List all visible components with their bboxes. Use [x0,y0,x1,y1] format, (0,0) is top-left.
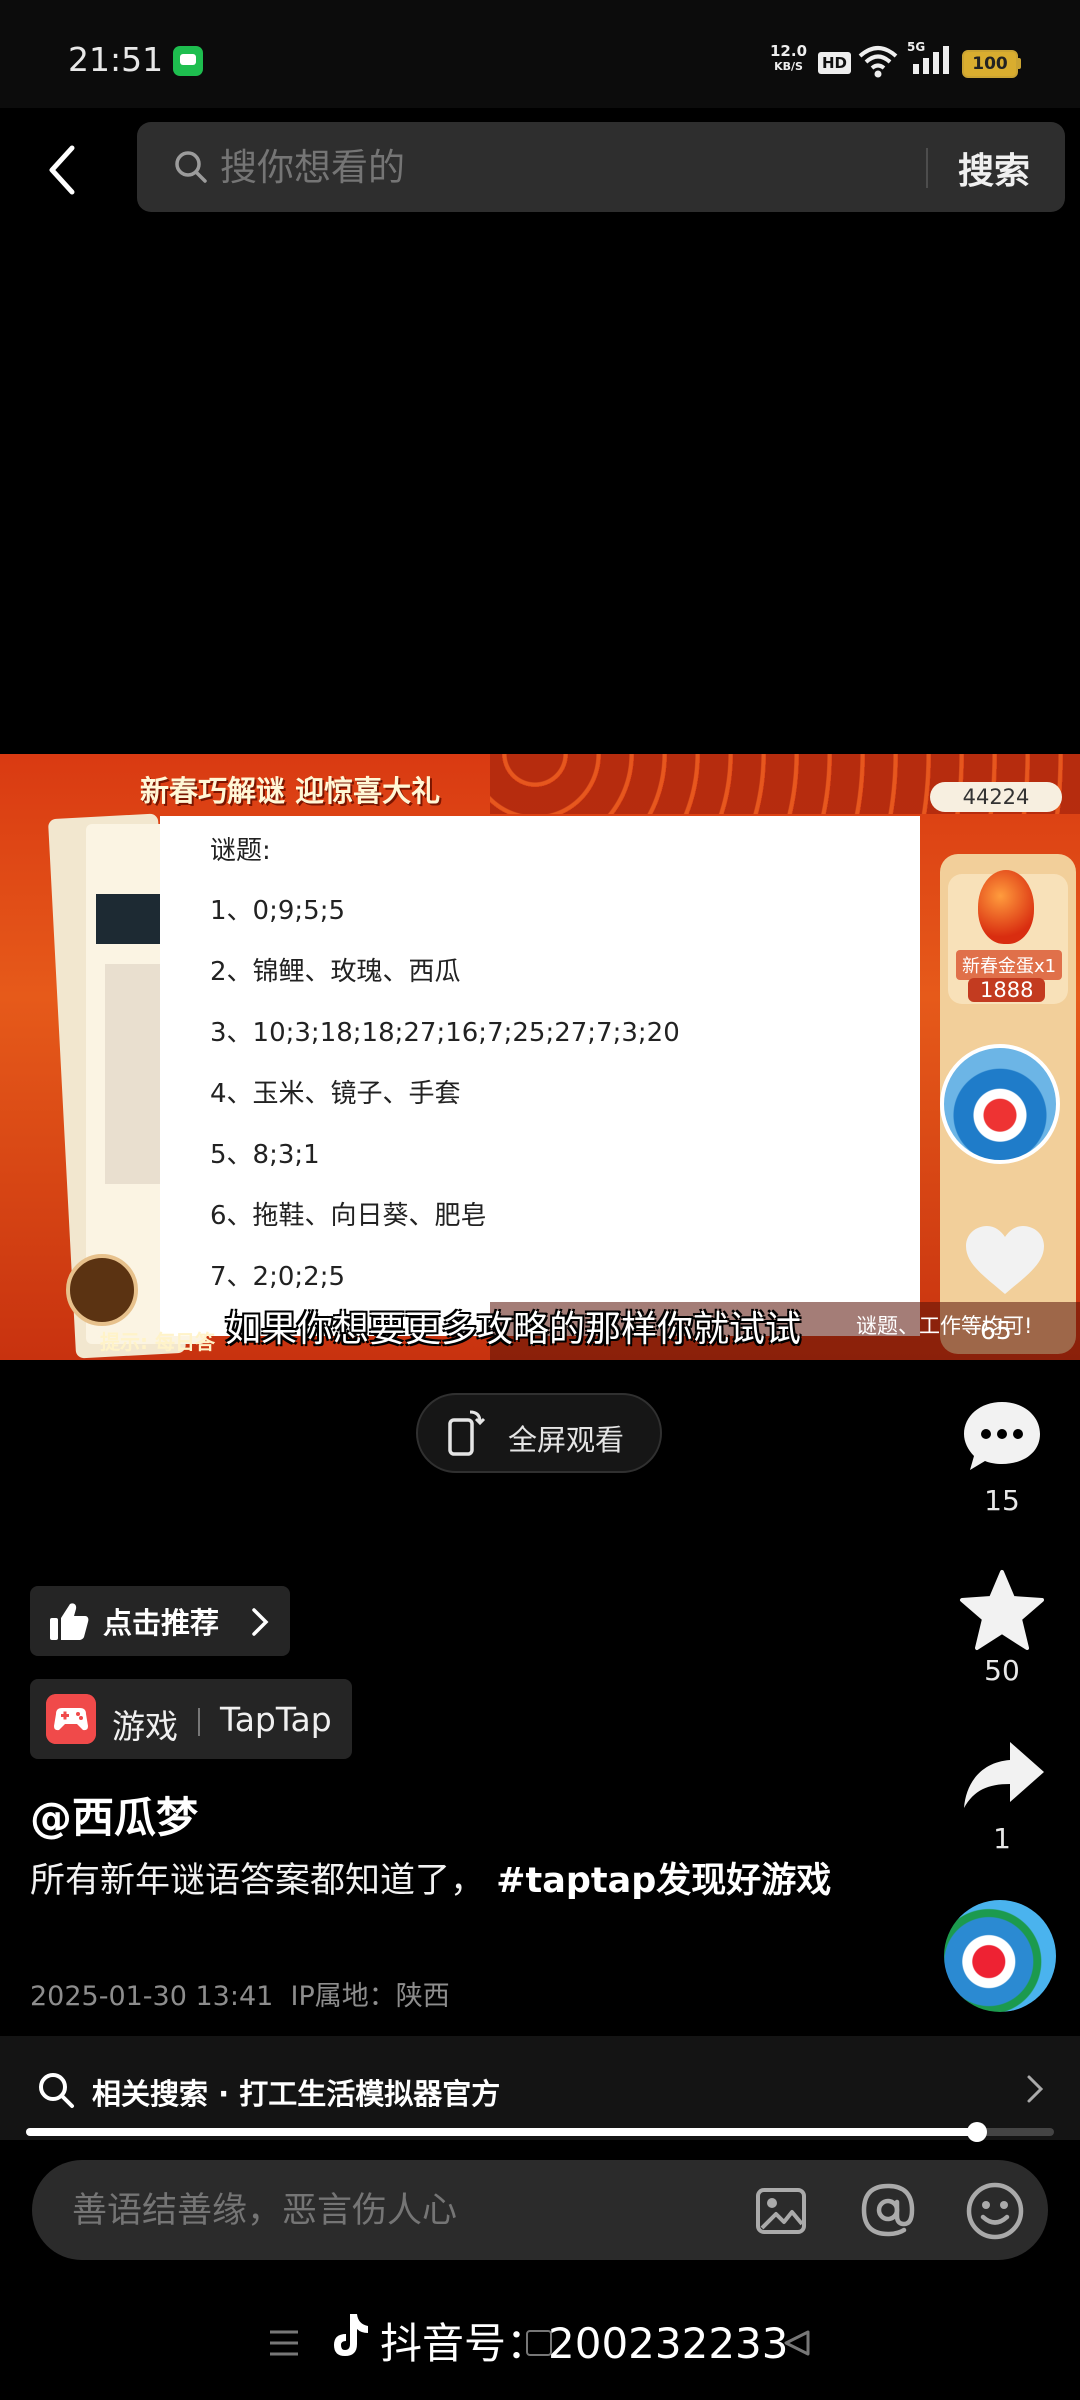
thumbs-up-icon [50,1603,89,1640]
like-count: 65 [980,1316,1012,1345]
message-app-icon [173,46,203,76]
video-counter: 44224 [930,782,1062,812]
status-time: 21:51 [68,40,164,79]
fullscreen-label: 全屏观看 [508,1423,625,1457]
search-input[interactable] [220,142,900,192]
nav-back-icon[interactable] [782,2328,812,2358]
riddle-heading: 谜题: [210,836,271,866]
search-icon [39,2073,74,2108]
at-mention-icon[interactable] [858,2180,918,2240]
wifi-icon [858,46,898,78]
chevron-right-icon [1027,2075,1044,2103]
favorite-count: 50 [984,1654,1020,1687]
back-button[interactable] [40,140,84,200]
riddle-panel: 谜题: 1、0;9;5;5 2、锦鲤、玫瑰、西瓜 3、10;3;18;18;27… [160,816,920,1336]
riddle-item: 5、8;3;1 [210,1140,320,1170]
riddle-item: 6、拖鞋、向日葵、肥皂 [210,1201,487,1231]
heart-icon[interactable] [964,1224,1046,1296]
riddle-item: 7、2;0;2;5 [210,1262,345,1292]
share-count: 1 [993,1822,1011,1855]
search-divider [926,148,928,188]
post-date: 2025-01-30 13:41 [30,1981,274,2012]
video-hint-text: 提示: 每日答 [100,1330,215,1354]
creator-avatar[interactable] [940,1044,1060,1164]
signal-icon [913,46,949,74]
comment-count: 15 [984,1484,1020,1517]
douyin-logo-icon [334,2314,368,2356]
chevron-right-icon [252,1608,269,1636]
nav-home-button[interactable] [526,2330,552,2356]
comment-icon[interactable] [960,1398,1044,1474]
progress-fill [26,2128,977,2136]
gamepad-icon [46,1694,96,1744]
post-text: 所有新年谜语答案都知道了， [30,1861,486,1901]
hd-badge: HD [818,52,852,74]
golden-egg-icon [978,870,1034,944]
video-back-icon [66,1254,138,1326]
game-category: 游戏 [112,1707,178,1746]
video-player[interactable]: 新春巧解谜 迎惊喜大礼 44224 谜题: 1、0;9;5;5 2、锦鲤、玫瑰、… [0,754,1080,1360]
riddle-item: 4、玉米、镜子、手套 [210,1079,461,1109]
post-ip: IP属地：陕西 [290,1981,450,2012]
recommend-label: 点击推荐 [103,1606,220,1640]
game-name: TapTap [220,1700,332,1739]
net-speed-value: 12.0 [770,42,808,60]
post-meta: 2025-01-30 13:41 IP属地：陕西 [30,1974,450,2013]
nav-menu-icon[interactable] [268,2328,300,2358]
rotate-screen-icon [448,1410,486,1456]
net-speed: 12.0 KB/S [770,44,807,74]
post-hashtag[interactable]: #taptap发现好游戏 [496,1861,831,1901]
related-search-label: 相关搜索 · 打工生活模拟器官方 [92,2077,501,2111]
share-icon[interactable] [960,1738,1046,1814]
video-panel [96,894,160,944]
progress-handle[interactable] [967,2122,987,2142]
battery-indicator: 100 [962,50,1018,78]
egg-label: 新春金蛋x1 [956,950,1063,980]
riddle-item: 1、0;9;5;5 [210,896,345,926]
net-speed-unit: KB/S [774,60,803,73]
star-icon[interactable] [958,1568,1046,1652]
author-avatar[interactable] [944,1900,1056,2012]
comment-input[interactable] [72,2186,712,2236]
search-icon [175,151,207,183]
search-button[interactable]: 搜索 [958,142,1030,194]
battery-tip [1017,58,1021,69]
post-description: 所有新年谜语答案都知道了， #taptap发现好游戏 [30,1852,850,1910]
game-separator [198,1708,200,1736]
egg-price: 1888 [968,978,1046,1002]
video-subtitle: 如果你想要更多攻略的那样你就试试 [225,1309,802,1350]
riddle-item: 2、锦鲤、玫瑰、西瓜 [210,957,461,987]
douyin-id-watermark: 抖音号：200232233 [380,2319,789,2368]
video-banner-title: 新春巧解谜 迎惊喜大礼 [140,774,441,808]
emoji-icon[interactable] [964,2180,1026,2242]
image-icon[interactable] [754,2184,808,2238]
riddle-item: 3、10;3;18;18;27;16;7;25;27;7;3;20 [210,1018,680,1048]
author-name[interactable]: @西瓜梦 [30,1784,198,1845]
